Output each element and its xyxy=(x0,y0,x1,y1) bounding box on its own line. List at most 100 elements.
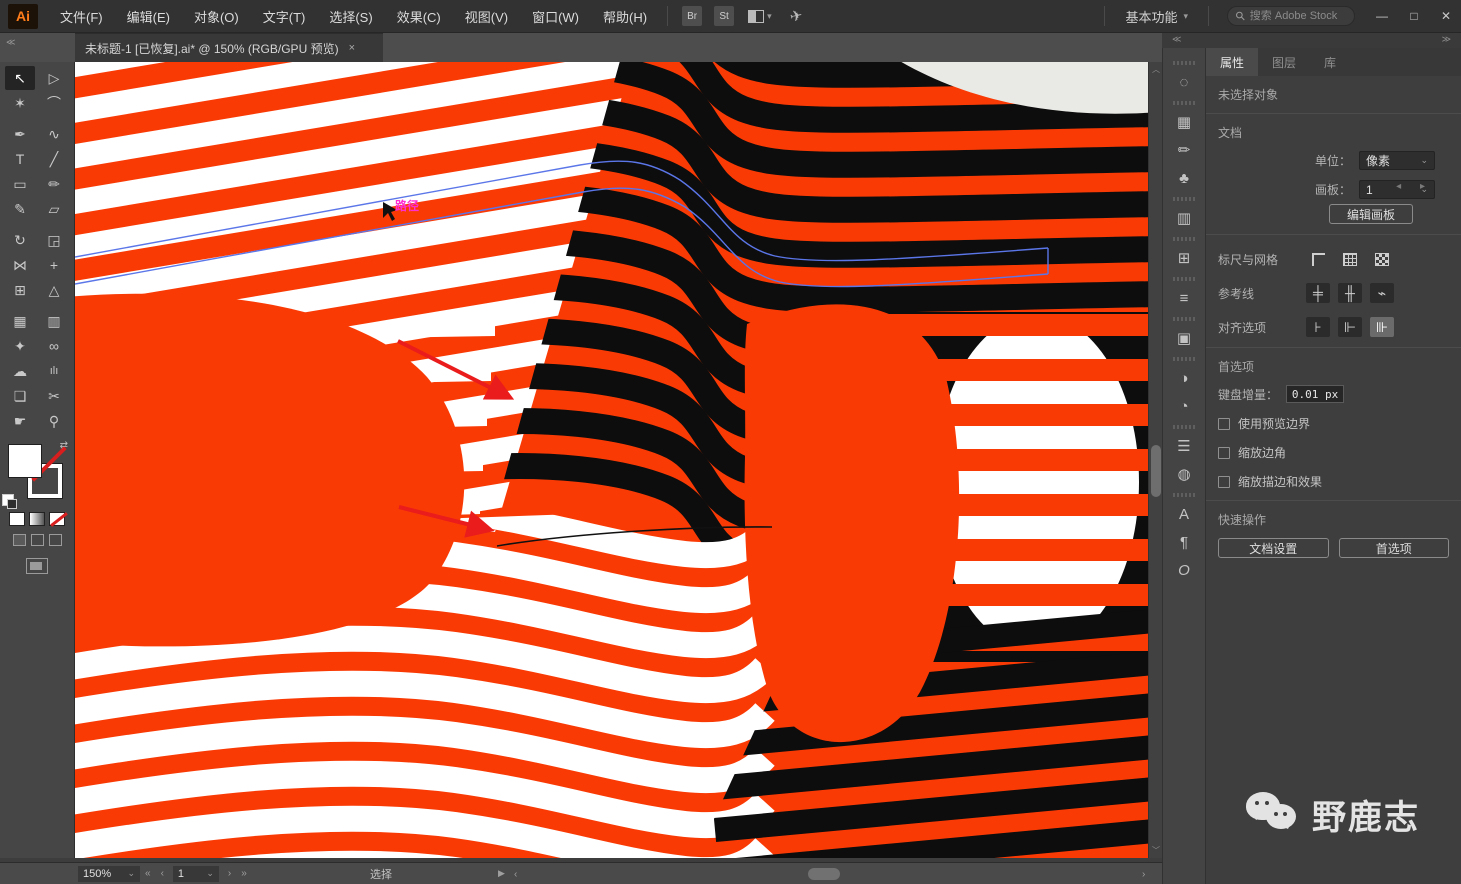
menu-type[interactable]: 文字(T) xyxy=(251,0,318,33)
align-panel-icon[interactable]: ≡ xyxy=(1169,285,1199,311)
scale-strokes-effects-checkbox[interactable] xyxy=(1218,475,1230,488)
zoom-level-select[interactable]: 150% ⌄ xyxy=(78,865,140,882)
stock-search[interactable]: ⚲ xyxy=(1227,6,1355,26)
dock-grip[interactable] xyxy=(1173,237,1195,241)
fill-swatch[interactable] xyxy=(8,444,42,478)
draw-behind-mode[interactable] xyxy=(30,534,44,546)
share-icon[interactable]: ✈ xyxy=(788,6,804,26)
horizontal-scroll-thumb[interactable] xyxy=(808,868,840,880)
unit-select[interactable]: 像素 ⌄ xyxy=(1359,151,1435,170)
collapse-left-icon[interactable]: ≪ xyxy=(0,33,75,62)
draw-inside-mode[interactable] xyxy=(48,534,62,546)
previous-artboard-icon[interactable]: ‹ xyxy=(161,868,164,879)
gradient-button[interactable] xyxy=(29,512,45,526)
color-button[interactable] xyxy=(9,512,25,526)
dock-grip[interactable] xyxy=(1173,61,1195,65)
next-artboard-icon[interactable]: › xyxy=(228,868,231,879)
show-guides-button[interactable]: ╪ xyxy=(1306,283,1330,303)
none-button[interactable] xyxy=(49,512,65,526)
vertical-scrollbar[interactable]: ︿ ﹀ xyxy=(1148,62,1162,858)
rulers-icon[interactable] xyxy=(1306,249,1330,269)
swatches-panel-icon[interactable]: ▦ xyxy=(1169,109,1199,135)
tool-rotate[interactable]: ↻ xyxy=(5,228,35,252)
screen-mode-button[interactable] xyxy=(26,558,48,574)
stroke-panel-icon[interactable]: ☰ xyxy=(1169,433,1199,459)
scroll-left-icon[interactable]: ‹ xyxy=(514,869,526,880)
opentype-panel-icon[interactable]: O xyxy=(1169,557,1199,583)
artboard-number-select[interactable]: 1 ⌄ xyxy=(172,865,219,882)
canvas-area[interactable]: 路径 xyxy=(75,62,1148,858)
keyboard-increment-input[interactable]: 0.01 px xyxy=(1286,385,1345,403)
close-button[interactable]: ✕ xyxy=(1431,4,1461,28)
transparency-panel-icon[interactable]: ◍ xyxy=(1169,461,1199,487)
tool-magic-wand[interactable]: ✶ xyxy=(5,91,35,115)
stock-icon[interactable]: St xyxy=(714,6,735,26)
tool-rectangle[interactable]: ▭ xyxy=(5,172,35,196)
tab-layers[interactable]: 图层 xyxy=(1258,48,1310,76)
smart-guides-button[interactable]: ⌁ xyxy=(1370,283,1394,303)
tool-gradient[interactable]: ▥ xyxy=(39,309,69,333)
tool-puppet-warp[interactable]: + xyxy=(39,253,69,277)
snap-to-grid-button[interactable]: ⊩ xyxy=(1338,317,1362,337)
menu-help[interactable]: 帮助(H) xyxy=(591,0,659,33)
tool-type[interactable]: T xyxy=(5,147,35,171)
tool-shape-builder[interactable]: ⊞ xyxy=(5,278,35,302)
document-tab[interactable]: 未标题-1 [已恢复].ai* @ 150% (RGB/GPU 预览) × xyxy=(75,33,383,62)
tool-selection[interactable]: ↖ xyxy=(5,66,35,90)
tool-eraser[interactable]: ▱ xyxy=(39,197,69,221)
tool-zoom[interactable]: ⚲ xyxy=(39,409,69,433)
tab-libraries[interactable]: 库 xyxy=(1310,48,1350,76)
scale-corners-checkbox[interactable] xyxy=(1218,446,1230,459)
tool-width[interactable]: ⋈ xyxy=(5,253,35,277)
tool-pen[interactable]: ✒ xyxy=(5,122,35,146)
dock-grip[interactable] xyxy=(1173,197,1195,201)
horizontal-scroll-track[interactable] xyxy=(526,867,1142,881)
tab-properties[interactable]: 属性 xyxy=(1206,48,1259,76)
color-guide-panel-icon[interactable]: ◔ xyxy=(1169,393,1199,419)
dock-grip[interactable] xyxy=(1173,357,1195,361)
tool-paintbrush[interactable]: ✏ xyxy=(39,172,69,196)
tool-perspective-grid[interactable]: △ xyxy=(39,278,69,302)
collapse-panels-left-icon[interactable]: ≪ xyxy=(1172,34,1181,47)
tool-symbol-sprayer[interactable]: ☁ xyxy=(5,359,35,383)
menu-view[interactable]: 视图(V) xyxy=(453,0,520,33)
snap-to-point-button[interactable]: ⊦ xyxy=(1306,317,1330,337)
arrange-documents-icon[interactable]: ▾ xyxy=(748,9,772,23)
tool-slice[interactable]: ✂ xyxy=(39,384,69,408)
dock-grip[interactable] xyxy=(1173,277,1195,281)
tool-mesh[interactable]: ▦ xyxy=(5,309,35,333)
scroll-up-icon[interactable]: ︿ xyxy=(1149,64,1163,75)
default-fill-stroke-icon[interactable] xyxy=(2,494,17,509)
paragraph-panel-icon[interactable]: ¶ xyxy=(1169,529,1199,555)
tool-column-graph[interactable]: ılı xyxy=(39,359,69,383)
tool-eyedropper[interactable]: ✦ xyxy=(5,334,35,358)
status-popup-icon[interactable]: ▶ xyxy=(498,868,505,879)
tool-lasso[interactable]: ⌒ xyxy=(39,91,69,115)
fill-stroke-control[interactable]: ⇄ xyxy=(2,440,68,509)
character-panel-icon[interactable]: A xyxy=(1169,501,1199,527)
vertical-scroll-thumb[interactable] xyxy=(1151,445,1161,497)
snap-to-pixel-button[interactable]: ⊪ xyxy=(1370,317,1394,337)
bridge-icon[interactable]: Br xyxy=(682,6,703,26)
scroll-right-icon[interactable]: › xyxy=(1142,869,1154,880)
dock-grip[interactable] xyxy=(1173,101,1195,105)
maximize-button[interactable]: □ xyxy=(1399,4,1429,28)
menu-edit[interactable]: 编辑(E) xyxy=(115,0,182,33)
dock-grip[interactable] xyxy=(1173,493,1195,497)
lock-guides-button[interactable]: ╫ xyxy=(1338,283,1362,303)
symbols-panel-icon[interactable]: ♣ xyxy=(1169,165,1199,191)
tool-line[interactable]: ╱ xyxy=(39,147,69,171)
dock-grip[interactable] xyxy=(1173,317,1195,321)
use-preview-bounds-checkbox[interactable] xyxy=(1218,417,1230,430)
tool-shaper[interactable]: ✎ xyxy=(5,197,35,221)
dock-grip[interactable] xyxy=(1173,425,1195,429)
tool-artboard[interactable]: ❏ xyxy=(5,384,35,408)
swap-fill-stroke-icon[interactable]: ⇄ xyxy=(60,440,68,451)
grid-icon[interactable] xyxy=(1338,249,1362,269)
tab-close-icon[interactable]: × xyxy=(349,42,355,54)
transform-panel-icon[interactable]: ⊞ xyxy=(1169,245,1199,271)
color-panel-icon[interactable]: ◑ xyxy=(1169,365,1199,391)
tool-hand[interactable]: ☛ xyxy=(5,409,35,433)
selection-panel-icon[interactable]: ◌ xyxy=(1169,69,1199,95)
menu-effect[interactable]: 效果(C) xyxy=(385,0,453,33)
